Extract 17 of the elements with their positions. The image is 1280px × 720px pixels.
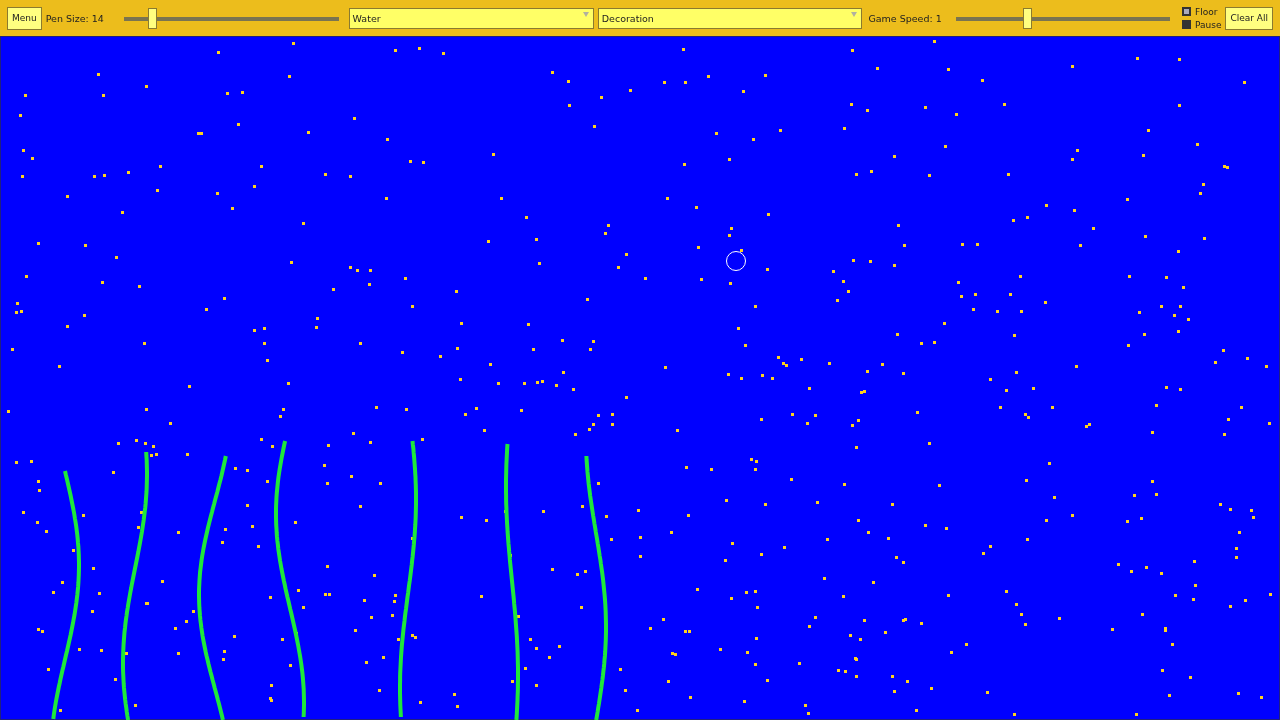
slider-thumb[interactable] (1022, 7, 1032, 29)
slider-thumb[interactable] (147, 7, 157, 29)
pen-size-slider[interactable] (123, 7, 339, 29)
caret-icon (851, 11, 858, 17)
category-dropdown[interactable]: Decoration (597, 7, 863, 29)
checkbox-label: Floor (1194, 6, 1218, 17)
game-speed-slider[interactable] (956, 7, 1170, 29)
menu-button[interactable]: Menu (7, 6, 42, 30)
game-speed-label: Game Speed: 1 (868, 12, 943, 24)
brush-cursor-icon (726, 251, 746, 271)
caret-icon (582, 11, 589, 17)
clear-all-button[interactable]: Clear All (1225, 6, 1273, 30)
checkbox[interactable] (1181, 7, 1191, 16)
checkbox[interactable] (1181, 20, 1191, 29)
element-dropdown[interactable]: Water (348, 7, 594, 29)
checkbox-label: Pause (1194, 19, 1222, 30)
pen-size-label: Pen Size: 14 (45, 12, 105, 24)
